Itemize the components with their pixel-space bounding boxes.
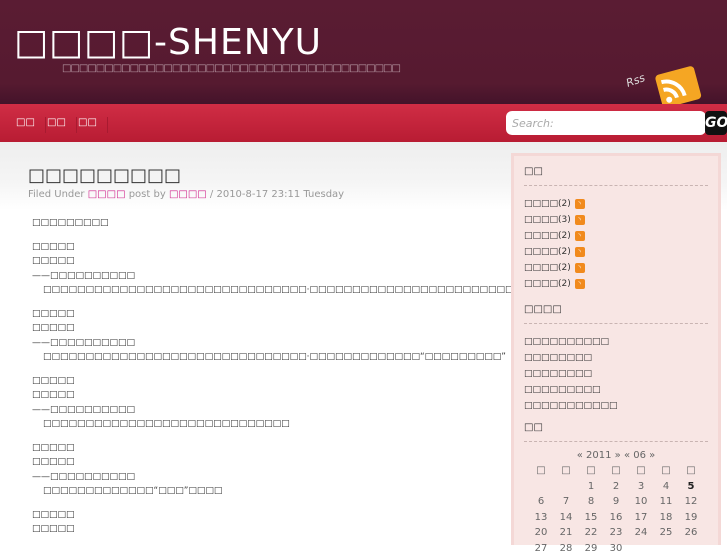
header: □□□□-SHENYU □□□□□□□□□□□□□□□□□□□□□□□□□□□□… (0, 0, 727, 104)
category-item[interactable]: □□□□(2)◝ (524, 276, 718, 292)
category-item[interactable]: □□□□(2)◝ (524, 244, 718, 260)
calendar-day: 18 (654, 510, 679, 526)
calendar-day (529, 479, 554, 495)
calendar-day: 19 (679, 510, 704, 526)
nav-item-3[interactable]: □□ (68, 117, 108, 133)
categories-heading: □□ (524, 166, 708, 186)
stanza: □□□□□□□□□□——□□□□□□□□□□□□□□□□□□□□□□□□□□□□… (32, 240, 539, 298)
post-by-label: post by (129, 189, 166, 200)
calendar-day: 24 (629, 525, 654, 541)
weekday-label: □ (529, 463, 554, 479)
link-item[interactable]: □□□□□□□□□ (524, 382, 718, 398)
rss-label: Rss (624, 71, 646, 90)
category-item[interactable]: □□□□(2)◝ (524, 260, 718, 276)
rss-icon[interactable]: ◝ (575, 247, 585, 257)
calendar-week: 12345 (529, 479, 704, 495)
rss-icon (654, 66, 702, 106)
category-list: □□□□(2)◝ □□□□(3)◝ □□□□(2)◝ □□□□(2)◝ □□□□… (514, 196, 718, 292)
calendar-day: 16 (604, 510, 629, 526)
calendar-day: 15 (579, 510, 604, 526)
calendar-day: 10 (629, 494, 654, 510)
calendar-day (654, 541, 679, 556)
calendar-day: 2 (604, 479, 629, 495)
calendar-day: 5 (679, 479, 704, 495)
rss-icon[interactable]: ◝ (575, 279, 585, 289)
calendar-day: 8 (579, 494, 604, 510)
search-go-button[interactable]: GO (705, 111, 727, 135)
rss-icon[interactable]: ◝ (575, 199, 585, 209)
rss-icon[interactable]: ◝ (575, 263, 585, 273)
stanza: □□□□□□□□□□ (32, 508, 539, 537)
calendar-day: 22 (579, 525, 604, 541)
author-link[interactable]: □□□□ (169, 189, 207, 200)
post-title[interactable]: □□□□□□□□□ (28, 165, 181, 186)
calendar-day: 9 (604, 494, 629, 510)
link-list: □□□□□□□□□□ □□□□□□□□ □□□□□□□□ □□□□□□□□□ □… (514, 334, 718, 414)
calendar-day: 11 (654, 494, 679, 510)
calendar-weekdays: □□□□□□□ (529, 463, 704, 479)
rss-icon[interactable]: ◝ (575, 215, 585, 225)
post-content: □□□□□□□□□ □□□□□□□□□□——□□□□□□□□□□□□□□□□□□… (32, 216, 539, 546)
weekday-label: □ (554, 463, 579, 479)
calendar-nav[interactable]: « 2011 » « 06 » (514, 450, 718, 461)
calendar-day: 29 (579, 541, 604, 556)
rss-feed-button[interactable]: Rss (626, 64, 706, 106)
stanza: □□□□□□□□□□——□□□□□□□□□□□□□□□□□□□□□□□□□□□□… (32, 307, 539, 365)
category-link[interactable]: □□□□ (88, 189, 126, 200)
calendar-day: 30 (604, 541, 629, 556)
calendar-day: 4 (654, 479, 679, 495)
calendar-day: 6 (529, 494, 554, 510)
calendar-day (554, 479, 579, 495)
calendar-day: 20 (529, 525, 554, 541)
post-meta: Filed Under □□□□ post by □□□□ / 2010-8-1… (28, 189, 344, 200)
calendar-day: 27 (529, 541, 554, 556)
calendar-day (679, 541, 704, 556)
stanza: □□□□□□□□□□——□□□□□□□□□□□□□□□□□□□□□□□□□□□□… (32, 374, 539, 432)
calendar: « 2011 » « 06 » □□□□□□□12345678910111213… (514, 450, 718, 556)
calendar-week: 6789101112 (529, 494, 704, 510)
link-item[interactable]: □□□□□□□□□□ (524, 334, 718, 350)
search-input[interactable]: Search: (506, 111, 706, 135)
site-title[interactable]: □□□□-SHENYU (14, 22, 322, 63)
site-tagline: □□□□□□□□□□□□□□□□□□□□□□□□□□□□□□□□□□□□□□□□ (62, 63, 400, 74)
calendar-day: 3 (629, 479, 654, 495)
calendar-day: 17 (629, 510, 654, 526)
stanza: □□□□□□□□□□——□□□□□□□□□□□□□□□□□□□□□□□“□□□”… (32, 441, 539, 499)
calendar-day: 23 (604, 525, 629, 541)
post-date: / 2010-8-17 23:11 Tuesday (210, 189, 344, 200)
intro: □□□□□□□□□ (32, 216, 539, 231)
calendar-day: 25 (654, 525, 679, 541)
calendar-day: 13 (529, 510, 554, 526)
calendar-day: 28 (554, 541, 579, 556)
calendar-day: 1 (579, 479, 604, 495)
category-item[interactable]: □□□□(2)◝ (524, 228, 718, 244)
category-item[interactable]: □□□□(3)◝ (524, 212, 718, 228)
calendar-week: 13141516171819 (529, 510, 704, 526)
calendar-heading: □□ (524, 422, 708, 442)
calendar-day: 14 (554, 510, 579, 526)
calendar-week: 20212223242526 (529, 525, 704, 541)
link-item[interactable]: □□□□□□□□ (524, 366, 718, 382)
calendar-day: 26 (679, 525, 704, 541)
weekday-label: □ (604, 463, 629, 479)
sidebar: □□ □□□□(2)◝ □□□□(3)◝ □□□□(2)◝ □□□□(2)◝ □… (511, 153, 721, 545)
link-item[interactable]: □□□□□□□□□□□ (524, 398, 718, 414)
weekday-label: □ (579, 463, 604, 479)
link-item[interactable]: □□□□□□□□ (524, 350, 718, 366)
calendar-day (629, 541, 654, 556)
links-heading: □□□□ (524, 304, 708, 324)
calendar-week: 27282930 (529, 541, 704, 556)
weekday-label: □ (679, 463, 704, 479)
weekday-label: □ (629, 463, 654, 479)
category-item[interactable]: □□□□(2)◝ (524, 196, 718, 212)
weekday-label: □ (654, 463, 679, 479)
calendar-day: 21 (554, 525, 579, 541)
calendar-day: 12 (679, 494, 704, 510)
calendar-day: 7 (554, 494, 579, 510)
rss-icon[interactable]: ◝ (575, 231, 585, 241)
filed-under-label: Filed Under (28, 189, 85, 200)
